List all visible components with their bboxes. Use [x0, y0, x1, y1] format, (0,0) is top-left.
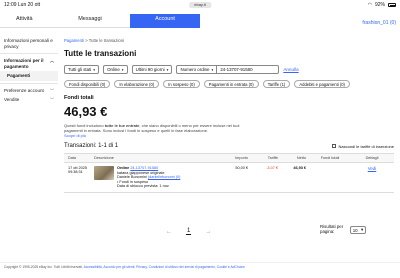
status-right: ◠ 92% [368, 2, 396, 8]
checkbox[interactable] [332, 144, 337, 148]
row-net: 46,93 € [293, 166, 306, 170]
divider [0, 82, 58, 84]
status-filter-value: Online [107, 67, 120, 72]
search-field-dropdown[interactable]: Numero ordine ▾ [176, 65, 218, 74]
transactions-table: Data Descrizione Importo Tariffe Netto F… [64, 153, 394, 193]
hide-fees-toggle[interactable]: Nascondi le tariffe di inserzione [332, 144, 394, 149]
copyright-text: Copyright © 1995-2025 eBay Inc. Tutti i … [4, 265, 84, 269]
chevron-down-icon: ▾ [211, 67, 214, 72]
page-title: Tutte le transazioni [64, 49, 137, 58]
chip-fees[interactable]: Tariffe (1) [262, 80, 291, 88]
row-description: Ordine 24-13707-91580 katana giapponese … [94, 166, 222, 189]
prev-page-icon[interactable]: ← [166, 229, 172, 235]
url-pill[interactable]: ebay.it [189, 2, 211, 8]
page-number[interactable]: 1 [186, 228, 192, 235]
sidebar-item-personal-info[interactable]: Informazioni personali e privacy [0, 36, 58, 51]
breadcrumb-current: Tutte le transazioni [88, 38, 124, 43]
per-page-select[interactable]: 10 ▾ [350, 226, 366, 234]
sidebar-item-sales[interactable]: Vendite ﹀ [0, 95, 58, 105]
status-bar: 12:09 Lun 20 ott ebay.it ◠ 92% [0, 0, 400, 10]
sidebar: Informazioni personali e privacy Informa… [0, 36, 58, 105]
battery-icon [388, 3, 396, 7]
table-header: Data Descrizione Importo Tariffe Netto F… [64, 153, 394, 163]
breadcrumb-separator: > [85, 38, 88, 43]
transactions-header: Transazioni: 1-1 di 1 Nascondi le tariff… [64, 143, 394, 149]
footer-links[interactable]: Accessibilità, Accordo per gli utenti, P… [84, 265, 245, 269]
chevron-down-icon: ▾ [361, 227, 364, 232]
col-description: Descrizione [94, 156, 114, 160]
divider [0, 53, 58, 54]
search-input[interactable]: 24-13707-91580 [217, 65, 280, 74]
main-content: Pagamenti > Tutte le transazioni Tutte l… [64, 38, 394, 193]
period-filter-value: Ultimi 90 giorni [135, 67, 165, 72]
period-filter-dropdown[interactable]: Ultimi 90 giorni ▾ [131, 65, 173, 74]
sidebar-item-label: Vendite [4, 97, 20, 102]
chevron-up-icon: ︿ [50, 58, 54, 63]
col-amount: Importo [235, 156, 248, 160]
chevron-down-icon: ▾ [166, 67, 169, 72]
col-total-funds: Fondi totali [320, 156, 340, 160]
funds-description: Questi fondi includono tutte le tue entr… [64, 123, 254, 138]
chip-charges[interactable]: Addebiti e pagamenti (0) [294, 80, 350, 88]
details-link[interactable]: Vedi [368, 166, 377, 171]
filter-bar: Tutti gli stati ▾ Online ▾ Ultimi 90 gio… [64, 65, 394, 74]
type-filter-value: Tutti gli stati [68, 67, 92, 72]
sidebar-item-payment-info[interactable]: Informazioni per il pagamento ︿ [0, 56, 58, 71]
chip-row: Fondi disponibili (0) In elaborazione (0… [64, 80, 394, 88]
search-field-value: Numero ordine [180, 67, 210, 72]
funds-value: 46,93 € [64, 104, 108, 119]
learn-more-link[interactable]: Scopri di più [64, 133, 86, 138]
transactions-title: Transazioni: 1-1 di 1 [64, 143, 119, 149]
row-amount: 50,00 € [235, 166, 248, 170]
hold-status: Fondi in sospeso [119, 179, 149, 184]
user-link[interactable]: frashion_01 (0) [362, 20, 396, 26]
item-thumbnail[interactable] [94, 166, 114, 180]
funds-label: Fondi totali [64, 95, 94, 101]
wifi-icon: ◠ [367, 2, 372, 8]
time-text: 09:38:31 [68, 170, 83, 174]
chip-processing[interactable]: In elaborazione (0) [114, 80, 160, 88]
chip-on-hold[interactable]: In sospeso (0) [163, 80, 200, 88]
chevron-down-icon: ▾ [93, 67, 96, 72]
status-filter-dropdown[interactable]: Online ▾ [103, 65, 128, 74]
release-date: Data di sblocco prevista: 1 nov. [117, 184, 170, 189]
buyer-link[interactable]: (daniellebonomi (0) [148, 175, 181, 179]
breadcrumb-link-payments[interactable]: Pagamenti [64, 38, 84, 43]
per-page-label: Risultati per pagina: [320, 224, 344, 234]
top-tabs: Attività Messaggi Account frashion_01 (0… [0, 14, 400, 28]
chip-incoming-payments[interactable]: Pagamenti in entrata (0) [203, 80, 259, 88]
sidebar-item-label: Preferenze account [4, 87, 44, 93]
chevron-down-icon: ▾ [121, 67, 124, 72]
sidebar-item-preferences[interactable]: Preferenze account ﹀ [0, 86, 58, 96]
tab-attivita[interactable]: Attività [0, 14, 50, 28]
order-label: Ordine [117, 166, 130, 170]
per-page-value: 10 [352, 227, 358, 233]
battery-percent: 92% [374, 2, 385, 8]
footer: Copyright © 1995-2025 eBay Inc. Tutti i … [0, 262, 400, 270]
status-time: 12:09 Lun 20 ott [4, 2, 41, 8]
type-filter-dropdown[interactable]: Tutti gli stati ▾ [64, 65, 100, 74]
chevron-down-icon: ﹀ [50, 97, 54, 102]
sidebar-item-label: Informazioni per il pagamento [4, 58, 44, 69]
col-fees: Tariffe [267, 156, 278, 160]
cancel-link[interactable]: Annulla [283, 67, 298, 72]
tab-messaggi[interactable]: Messaggi [50, 14, 130, 28]
col-details: Dettagli [365, 156, 379, 160]
col-net: Netto [296, 156, 306, 160]
chevron-down-icon: ﹀ [50, 87, 54, 93]
tab-account[interactable]: Account [130, 14, 200, 28]
table-row: 17 ott 2025 09:38:31 Ordine 24-13707-915… [64, 163, 394, 193]
sidebar-item-payments[interactable]: Pagamenti [0, 71, 58, 81]
order-link[interactable]: 24-13707-91580 [130, 166, 158, 170]
pagination: ← 1 → [166, 228, 211, 235]
next-page-icon[interactable]: → [205, 229, 211, 235]
row-fees: -3,07 € [266, 166, 278, 170]
hide-fees-label: Nascondi le tariffe di inserzione [338, 143, 394, 149]
buyer-name: Daniele Bonomini [117, 175, 147, 180]
breadcrumb: Pagamenti > Tutte le transazioni [64, 38, 394, 43]
row-date: 17 ott 2025 09:38:31 [64, 166, 94, 174]
chip-available-funds[interactable]: Fondi disponibili (0) [64, 80, 111, 88]
col-date: Data [68, 156, 77, 160]
